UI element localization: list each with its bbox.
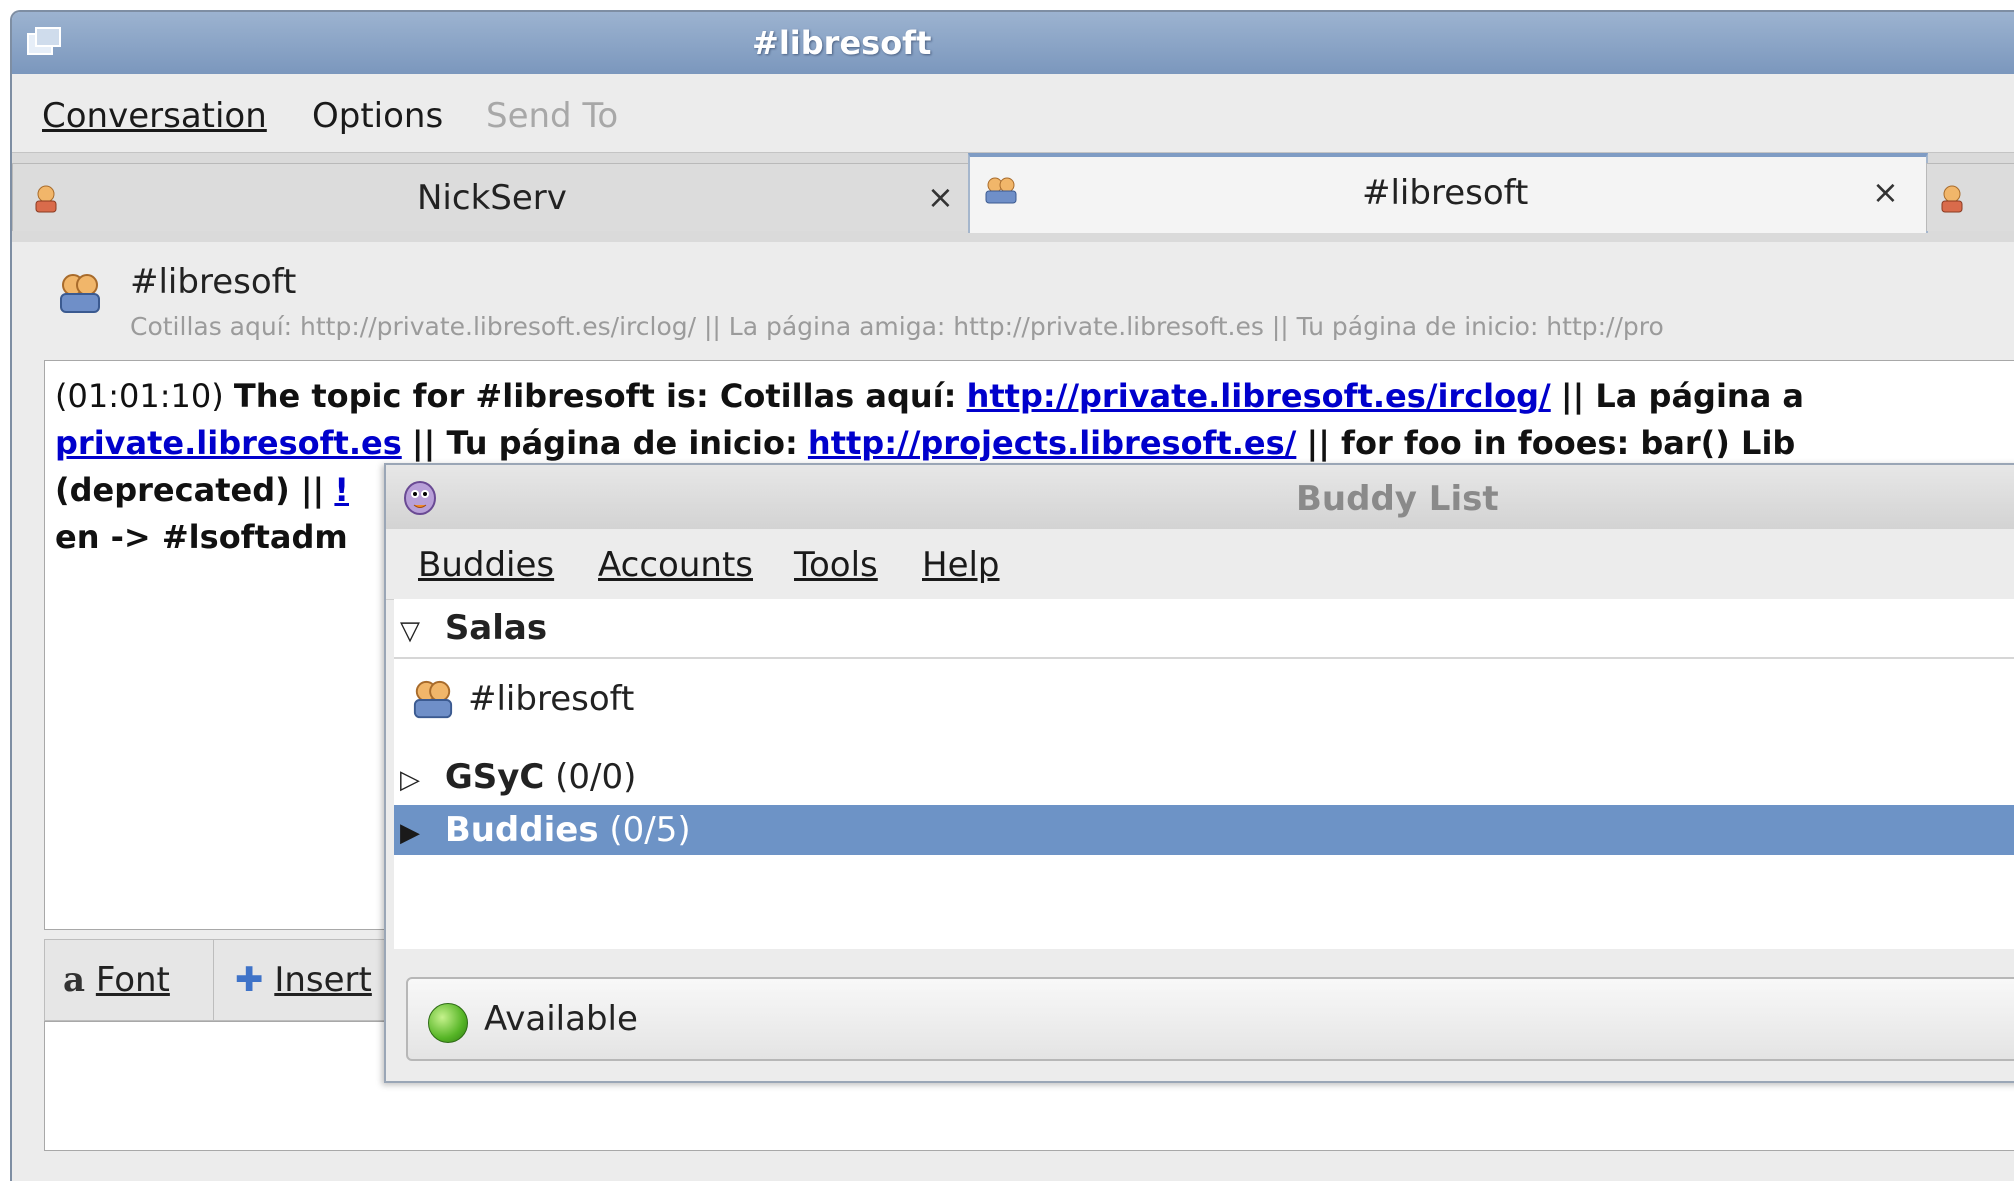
group-row-salas[interactable]: ▽ Salas xyxy=(394,599,2014,659)
menu-buddies-label: Buddies xyxy=(418,545,555,585)
tab-libresoft[interactable]: #libresoft × xyxy=(968,153,1928,233)
chat-room-icon xyxy=(413,680,453,719)
person-icon xyxy=(35,185,57,213)
menu-conversation-label: Conversation xyxy=(42,96,267,136)
topic-link[interactable]: ! xyxy=(334,471,349,509)
chat-room-icon xyxy=(60,274,100,313)
menu-tools[interactable]: Tools xyxy=(794,545,878,585)
buddy-list-title: Buddy List xyxy=(1296,479,1499,519)
chat-title: #libresoft xyxy=(130,262,297,302)
menu-conversation[interactable]: Conversation xyxy=(42,96,267,136)
window-title: #libresoft xyxy=(752,24,932,62)
tab-close-button[interactable]: × xyxy=(927,178,954,216)
person-icon xyxy=(1941,185,1963,213)
projects-link[interactable]: http://projects.libresoft.es/ xyxy=(808,424,1296,462)
available-status-icon xyxy=(428,1003,468,1043)
font-button-label: Font xyxy=(95,960,170,1000)
topic-text: || La página a xyxy=(1560,377,1805,415)
topic-text: || Tu página de inicio: xyxy=(411,424,798,462)
expander-open-icon[interactable]: ▽ xyxy=(400,602,434,660)
group-count: (0/0) xyxy=(555,757,637,797)
window-titlebar[interactable]: #libresoft xyxy=(12,12,2014,75)
menu-tools-label: Tools xyxy=(794,545,878,585)
tab-next[interactable] xyxy=(1926,163,2014,231)
topic-text: (deprecated) || xyxy=(55,471,325,509)
expander-closed-icon[interactable]: ▶ xyxy=(400,808,434,858)
tab-label-nickserv: NickServ xyxy=(417,178,567,218)
font-button[interactable]: a Font xyxy=(63,960,170,1000)
menu-accounts-label: Accounts xyxy=(598,545,753,585)
buddy-menubar: Buddies Accounts Tools Help xyxy=(386,529,2014,600)
toolbar-separator xyxy=(213,940,214,1020)
menu-send-to[interactable]: Send To xyxy=(486,96,618,136)
chat-room-icon xyxy=(985,177,1017,204)
group-name: Salas xyxy=(444,608,548,648)
font-icon: a xyxy=(63,960,86,1000)
menu-help-label: Help xyxy=(922,545,1000,585)
topic-text: || for foo in fooes: bar() Lib xyxy=(1306,424,1796,462)
irclog-link[interactable]: http://private.libresoft.es/irclog/ xyxy=(967,377,1551,415)
menu-options[interactable]: Options xyxy=(312,96,443,136)
menu-accounts[interactable]: Accounts xyxy=(598,545,753,585)
pidgin-icon[interactable] xyxy=(400,477,440,517)
topic-text: en -> #lsoftadm xyxy=(55,518,348,556)
insert-button[interactable]: ✚ Insert xyxy=(235,960,372,1000)
private-site-link[interactable]: private.libresoft.es xyxy=(55,424,402,462)
chat-name: #libresoft xyxy=(468,679,635,719)
group-row-gsyc[interactable]: ▷ GSyC (0/0) xyxy=(394,749,2014,805)
chat-topic: Cotillas aquí: http://private.libresoft.… xyxy=(130,312,1664,341)
menu-help[interactable]: Help xyxy=(922,545,1000,585)
message-timestamp: (01:01:10) xyxy=(55,377,224,415)
tab-nickserv[interactable]: NickServ × xyxy=(12,163,972,231)
buddy-tree[interactable]: ▽ Salas #libresoft ▷ GSyC (0/0) ▶ Buddie… xyxy=(394,599,2014,949)
buddy-list-titlebar[interactable]: Buddy List xyxy=(386,465,2014,530)
menu-buddies[interactable]: Buddies xyxy=(418,545,554,585)
status-selector[interactable]: Available xyxy=(406,977,2014,1061)
group-name: GSyC xyxy=(444,757,545,797)
buddy-list-window: Buddy List Buddies Accounts Tools Help ▽… xyxy=(384,463,2014,1083)
group-name: Buddies xyxy=(444,810,599,850)
plus-icon: ✚ xyxy=(235,960,264,1000)
log-line: private.libresoft.es || Tu página de ini… xyxy=(55,420,2014,467)
menubar: Conversation Options Send To xyxy=(12,74,2014,152)
tab-strip: NickServ × #libresoft × xyxy=(12,152,2014,243)
tab-label-libresoft: #libresoft xyxy=(1362,173,1529,213)
expander-closed-icon[interactable]: ▷ xyxy=(400,752,434,808)
tab-close-button[interactable]: × xyxy=(1872,173,1899,211)
log-line: (01:01:10) The topic for #libresoft is: … xyxy=(55,373,2014,420)
group-count: (0/5) xyxy=(609,810,691,850)
group-row-buddies[interactable]: ▶ Buddies (0/5) xyxy=(394,805,2014,855)
topic-text: The topic for #libresoft is: Cotillas aq… xyxy=(233,377,957,415)
insert-button-label: Insert xyxy=(274,960,372,1000)
chat-row-libresoft[interactable]: #libresoft xyxy=(394,661,2014,737)
status-label: Available xyxy=(484,999,638,1039)
